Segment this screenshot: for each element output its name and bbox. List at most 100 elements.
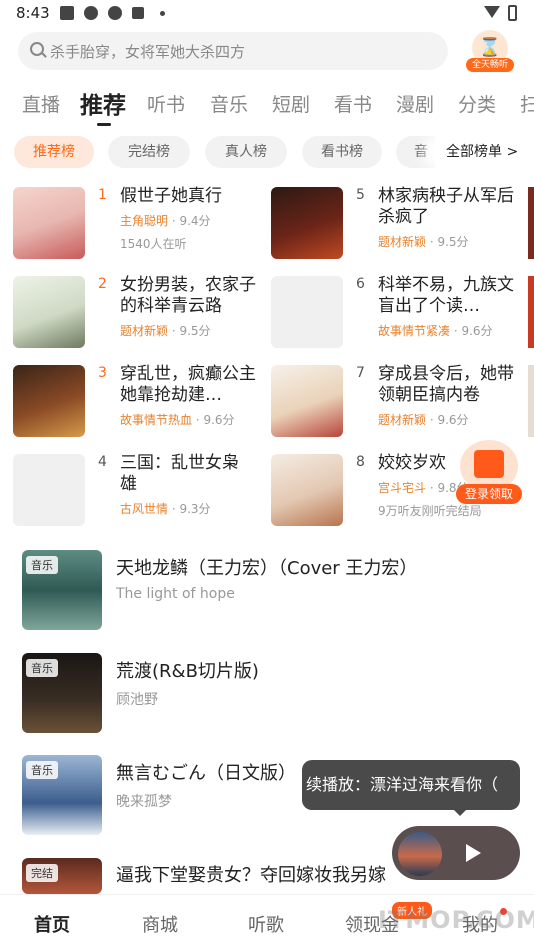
category-tabs: 直播 推荐 听书 音乐 短剧 看书 漫剧 分类 扫 [22,86,534,122]
book-rank: 3 [98,365,107,381]
music-artist: 顾池野 [116,692,158,708]
book-tag: 题材新颖 [120,324,169,338]
music-title[interactable]: 荒渡(R&B切片版) [116,657,259,683]
chip-recommend-rank[interactable]: 推荐榜 [14,136,94,168]
music-title[interactable]: 天地龙鳞（王力宏）（Cover 王力宏） [116,554,417,580]
continue-play-toast[interactable]: 续播放：漂洋过海来看你（ [302,760,520,810]
nav-home[interactable]: 首页 [34,911,70,937]
book-meta: 古风世情 · 9.3分 [120,500,211,517]
status-time: 8:43 [16,4,50,22]
music-tag: 音乐 [26,659,58,677]
gift-icon [474,450,504,478]
book-title[interactable]: 三国：乱世女枭雄 [120,453,250,495]
app-icon [108,6,122,20]
book-tag: 主角聪明 [120,214,169,228]
book-cover[interactable] [271,454,343,526]
toast-pointer [452,808,468,816]
book-rank: 5 [356,187,365,203]
book-rank: 2 [98,276,107,292]
mini-player[interactable] [392,826,520,880]
status-bar: 8:43 [0,0,534,28]
tab-short-drama[interactable]: 短剧 [272,90,310,117]
book-score: · 9.5分 [429,235,469,249]
music-title[interactable]: 無言むごん（日文版） [116,759,296,785]
play-icon[interactable] [466,844,481,862]
book-meta: 题材新颖 · 9.5分 [378,233,469,250]
book-tag: 题材新颖 [378,413,427,427]
book-meta: 故事情节紧凑 · 9.6分 [378,322,493,339]
book-title[interactable]: 穿乱世，疯癫公主她靠抢劫建… [120,364,260,406]
book-cover[interactable] [13,365,85,437]
tab-more[interactable]: 扫 [520,90,534,117]
book-tag: 故事情节紧凑 [378,324,451,338]
book-rank: 1 [98,187,107,203]
book-meta: 题材新颖 · 9.6分 [378,411,469,428]
book-title[interactable]: 假世子她真行 [120,186,260,207]
book-score: · 9.5分 [171,324,211,338]
music-artist: 晚来孤梦 [116,794,172,810]
book-meta: 主角聪明 · 9.4分 [120,212,211,229]
book-listeners: 1540人在听 [120,237,187,251]
music-artist: The light of hope [116,586,235,602]
tab-music[interactable]: 音乐 [210,90,248,117]
book-meta: 题材新颖 · 9.5分 [120,322,211,339]
active-tab-indicator [97,123,111,126]
tab-category[interactable]: 分类 [458,90,496,117]
tab-audiobook[interactable]: 听书 [147,90,185,117]
book-score: · 9.6分 [453,324,493,338]
book-cover-placeholder[interactable] [13,454,85,526]
login-reward-label: 登录领取 [456,484,522,504]
search-bar[interactable]: 杀手胎穿，女将军她大杀四方 [18,32,448,70]
tab-read[interactable]: 看书 [334,90,372,117]
book-rank: 7 [356,365,365,381]
album-disc[interactable] [398,832,442,876]
watermark: ITMOP.COM [378,906,534,934]
book-cover[interactable] [13,187,85,259]
status-tag: 完结 [26,864,58,882]
book-score: · 9.3分 [171,502,211,516]
book-tag: 故事情节热血 [120,413,193,427]
book-cover-partial [528,365,534,437]
search-icon [30,42,44,56]
promo-label: 全天畅听 [466,58,514,72]
book-cover[interactable] [13,276,85,348]
book-cover[interactable] [271,187,343,259]
music-tag: 音乐 [26,761,58,779]
book-meta: 宫斗宅斗 · 9.8分 [378,479,469,496]
book-cover-partial [528,276,534,348]
book-cover-placeholder[interactable] [271,276,343,348]
book-title[interactable]: 科举不易，九族文盲出了个读… [378,275,528,317]
book-cover[interactable] [271,365,343,437]
book-cover-partial [528,187,534,259]
tab-live[interactable]: 直播 [22,90,60,117]
nav-mall[interactable]: 商城 [142,911,178,937]
book-meta: 故事情节热血 · 9.6分 [120,411,235,428]
book-rank: 4 [98,454,107,470]
battery-icon [508,5,517,21]
book-score: · 9.6分 [429,413,469,427]
dot-icon [160,11,165,16]
book-rank: 8 [356,454,365,470]
chip-real-person-rank[interactable]: 真人榜 [205,136,287,168]
nav-music[interactable]: 听歌 [248,911,284,937]
chip-finished-rank[interactable]: 完结榜 [108,136,190,168]
book-rank: 6 [356,276,365,292]
book-tag: 宫斗宅斗 [378,481,427,495]
tab-recommend[interactable]: 推荐 [80,86,126,120]
book-title[interactable]: 逼我下堂娶贵女？夺回嫁妆我另嫁 [116,861,416,887]
wifi-icon [484,6,500,18]
all-rankings-link[interactable]: 全部榜单 > [436,136,534,168]
app-icon [132,7,144,19]
tab-comic-drama[interactable]: 漫剧 [396,90,434,117]
book-title[interactable]: 女扮男装，农家子的科举青云路 [120,275,260,317]
app-icon [84,6,98,20]
book-title[interactable]: 穿成县令后，她带领朝臣搞内卷 [378,364,528,406]
book-title[interactable]: 林家病秧子从军后杀疯了 [378,186,528,228]
book-score: · 9.4分 [171,214,211,228]
music-tag: 音乐 [26,556,58,574]
book-tag: 古风世情 [120,502,169,516]
listen-promo-button[interactable]: ⌛ 全天畅听 [466,30,514,74]
chip-reading-rank[interactable]: 看书榜 [302,136,382,168]
search-placeholder: 杀手胎穿，女将军她大杀四方 [50,43,246,61]
login-reward-float[interactable]: 登录领取 [456,440,522,506]
